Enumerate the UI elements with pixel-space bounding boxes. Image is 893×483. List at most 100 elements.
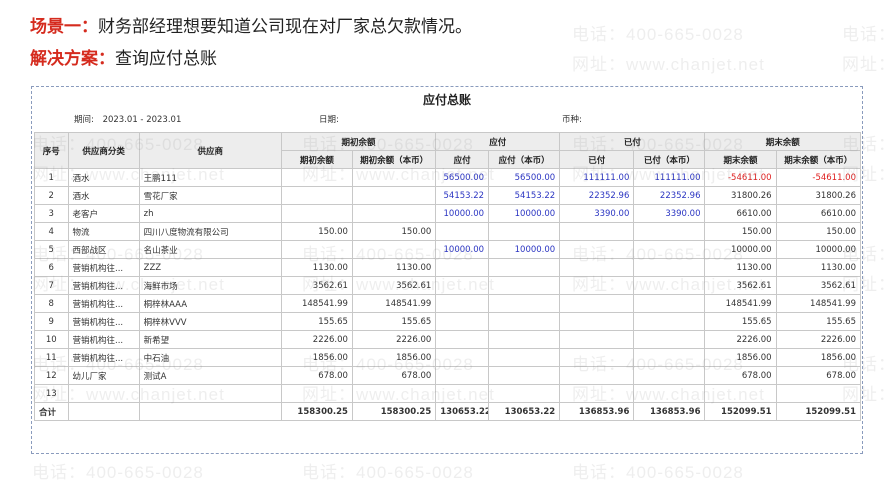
table-row[interactable]: 13 <box>34 384 862 403</box>
cell-payable-local <box>488 312 561 331</box>
cell-payable-local <box>488 366 561 385</box>
cell-payable: 56500.00 <box>435 168 490 187</box>
watermark-phone: 电话：400-665-0028 <box>572 463 744 482</box>
table-row[interactable]: 12 幼儿厂家 测试A 678.00 678.00 678.00 678.00 <box>34 366 862 385</box>
table-row[interactable]: 7 营销机构往... 海鲜市场 3562.61 3562.61 3562.61 3562.6… <box>34 276 862 295</box>
cell-closing-local <box>775 384 862 403</box>
table-row[interactable]: 9 营销机构往... 桐梓林VVV 155.65 155.65 155.65 155.65 <box>34 312 862 331</box>
cell-opening-local: 150.00 <box>351 222 437 241</box>
cell-payable <box>435 294 490 313</box>
cell-category: 酒水 <box>67 186 140 205</box>
cell-opening <box>280 384 353 403</box>
table-row[interactable]: 4 物流 四川八度物流有限公司 150.00 150.00 150.00 150.00 <box>34 222 862 241</box>
cell-opening-local <box>351 240 437 259</box>
header-row-group: 序号 供应商分类 供应商 期初余额 应付 已付 期末余额 <box>34 132 861 169</box>
cell-supplier: 海鲜市场 <box>138 276 282 295</box>
col-paid[interactable]: 已付 <box>559 150 635 169</box>
table-row[interactable]: 10 营销机构往... 新希望 2226.00 2226.00 2226.00 2226.0… <box>34 330 862 349</box>
table-row[interactable]: 8 营销机构往... 桐梓林AAA 148541.99 148541.99 148541.… <box>34 294 862 313</box>
cell-paid <box>559 276 635 295</box>
col-category[interactable]: 供应商分类 <box>67 132 140 169</box>
cell-closing: 2226.00 <box>704 330 777 349</box>
cell-supplier: 四川八度物流有限公司 <box>138 222 282 241</box>
cell-paid <box>559 222 635 241</box>
cell-opening: 2226.00 <box>280 330 353 349</box>
col-supplier[interactable]: 供应商 <box>138 132 282 169</box>
ledger-body: 1 酒水 王鹏111 56500.00 56500.00 111111.00 111111.… <box>34 168 862 403</box>
cell-category: 营销机构往... <box>67 276 140 295</box>
table-row[interactable]: 6 营销机构往... ZZZ 1130.00 1130.00 1130.00 1130.00 <box>34 258 862 277</box>
col-group-opening: 期初余额 <box>280 132 437 151</box>
cell-supplier: 名山茶业 <box>138 240 282 259</box>
col-group-closing: 期末余额 <box>704 132 861 151</box>
col-payable-local[interactable]: 应付（本币） <box>488 150 561 169</box>
cell-opening-local: 1130.00 <box>351 258 437 277</box>
cell-paid-local <box>633 312 706 331</box>
cell-payable-local <box>488 384 561 403</box>
watermark-phone: 电话：400-665-0028 <box>842 25 893 44</box>
table-row[interactable]: 3 老客户 zh 10000.00 10000.00 3390.00 3390.00 6610… <box>34 204 862 223</box>
cell-supplier <box>138 384 282 403</box>
cell-seq: 8 <box>34 294 69 313</box>
cell-closing <box>704 384 777 403</box>
cell-closing: 155.65 <box>704 312 777 331</box>
cell-closing: 3562.61 <box>704 276 777 295</box>
cell-opening <box>280 168 353 187</box>
cell-closing-local: 1856.00 <box>775 348 862 367</box>
cell-closing-local: 6610.00 <box>775 204 862 223</box>
cell-payable-local <box>488 222 561 241</box>
total-opening-local: 158300.25 <box>351 402 437 421</box>
table-row[interactable]: 5 西部战区 名山茶业 10000.00 10000.00 10000.00 10000.0… <box>34 240 862 259</box>
cell-category: 西部战区 <box>67 240 140 259</box>
col-opening[interactable]: 期初余额 <box>280 150 353 169</box>
cell-paid <box>559 366 635 385</box>
date-label: 日期: <box>319 115 339 125</box>
cell-opening <box>280 186 353 205</box>
cell-payable: 10000.00 <box>435 240 490 259</box>
table-row[interactable]: 2 酒水 雪花厂家 54153.22 54153.22 22352.96 22352.96 3… <box>34 186 862 205</box>
cell-category: 营销机构往... <box>67 330 140 349</box>
col-paid-local[interactable]: 已付（本币） <box>633 150 706 169</box>
cell-supplier: 测试A <box>138 366 282 385</box>
cell-seq: 11 <box>34 348 69 367</box>
report-panel: 应付总账 期间: 2023.01 - 2023.01 日期: 币种: 序号 供应… <box>31 86 863 454</box>
cell-category <box>67 384 140 403</box>
cell-opening-local <box>351 204 437 223</box>
table-row[interactable]: 1 酒水 王鹏111 56500.00 56500.00 111111.00 111111.… <box>34 168 862 187</box>
cell-paid <box>559 294 635 313</box>
period-value: 2023.01 - 2023.01 <box>102 115 182 125</box>
cell-paid: 111111.00 <box>559 168 635 187</box>
report-title: 应付总账 <box>422 93 471 107</box>
col-payable[interactable]: 应付 <box>435 150 490 169</box>
cell-seq: 13 <box>34 384 69 403</box>
cell-payable <box>435 276 490 295</box>
cell-closing: 148541.99 <box>704 294 777 313</box>
cell-payable <box>435 312 490 331</box>
col-opening-local[interactable]: 期初余额（本币） <box>351 150 437 169</box>
total-label: 合计 <box>34 402 69 421</box>
cell-payable-local <box>488 258 561 277</box>
col-closing[interactable]: 期末余额 <box>704 150 777 169</box>
table-row[interactable]: 11 营销机构往... 中石油 1856.00 1856.00 1856.00 1856.0… <box>34 348 862 367</box>
col-closing-local[interactable]: 期末余额（本币） <box>775 150 862 169</box>
cell-paid <box>559 258 635 277</box>
cell-payable-local: 10000.00 <box>488 240 561 259</box>
cell-supplier: 桐梓林AAA <box>138 294 282 313</box>
solution-label: 解决方案： <box>30 49 115 69</box>
cell-closing-local: 10000.00 <box>775 240 862 259</box>
cell-closing-local: 678.00 <box>775 366 862 385</box>
watermark-phone: 电话：400-665-0028 <box>572 25 744 44</box>
col-seq[interactable]: 序号 <box>34 132 69 169</box>
total-supplier <box>138 402 282 421</box>
scene-text: 财务部经理想要知道公司现在对厂家总欠款情况。 <box>98 17 472 37</box>
cell-seq: 3 <box>34 204 69 223</box>
cell-opening-local: 155.65 <box>351 312 437 331</box>
cell-paid <box>559 240 635 259</box>
cell-closing: 1856.00 <box>704 348 777 367</box>
cell-opening: 678.00 <box>280 366 353 385</box>
cell-opening-local: 148541.99 <box>351 294 437 313</box>
cell-paid-local <box>633 222 706 241</box>
cell-payable-local: 56500.00 <box>488 168 561 187</box>
cell-category: 营销机构往... <box>67 258 140 277</box>
cell-category: 营销机构往... <box>67 312 140 331</box>
